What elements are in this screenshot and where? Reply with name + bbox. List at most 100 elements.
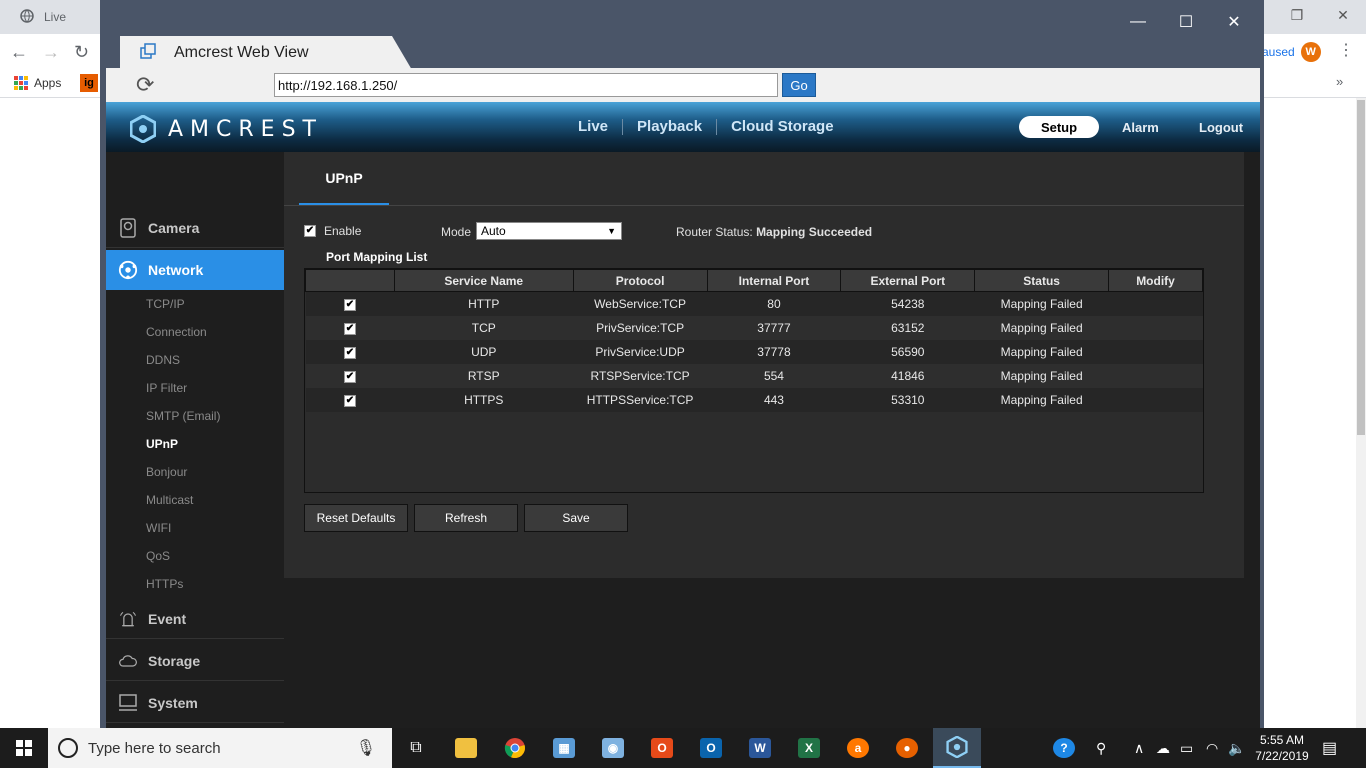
sidebar-item-qos[interactable]: QoS bbox=[146, 549, 170, 563]
sidebar-section-system[interactable]: System bbox=[106, 683, 284, 723]
notification-icon[interactable]: ▤ bbox=[1322, 738, 1337, 758]
nav-logout[interactable]: Logout bbox=[1199, 120, 1243, 135]
bookmark-apps-label: Apps bbox=[34, 76, 62, 90]
cloud-icon bbox=[118, 651, 138, 671]
close-window-icon[interactable]: ✕ bbox=[1210, 6, 1258, 38]
nav-live[interactable]: Live bbox=[564, 118, 622, 135]
table-row: ✔ HTTP WebService:TCP 80 54238 Mapping F… bbox=[305, 291, 1203, 316]
sidebar-item-upnp[interactable]: UPnP bbox=[146, 437, 178, 451]
column-header-protocol: Protocol bbox=[572, 269, 708, 292]
cell-modify[interactable] bbox=[1108, 363, 1203, 388]
bookmark-apps[interactable]: Apps bbox=[14, 76, 61, 90]
battery-icon[interactable]: ▭ bbox=[1180, 728, 1193, 768]
row-checkbox[interactable]: ✔ bbox=[343, 395, 356, 407]
bookmarks-overflow[interactable]: » bbox=[1336, 74, 1343, 89]
sidebar-item-tcpip[interactable]: TCP/IP bbox=[146, 297, 185, 311]
help-icon[interactable]: ? bbox=[1040, 732, 1088, 764]
cell-service: HTTP bbox=[394, 291, 574, 316]
reset-defaults-button[interactable]: Reset Defaults bbox=[304, 504, 408, 532]
minimize-icon[interactable]: — bbox=[1114, 6, 1162, 38]
amcrest-taskbar-icon[interactable] bbox=[933, 728, 981, 768]
sidebar-item-ip-filter[interactable]: IP Filter bbox=[146, 381, 187, 395]
router-status-value: Mapping Succeeded bbox=[756, 225, 873, 239]
cell-status: Mapping Failed bbox=[974, 363, 1109, 388]
wifi-icon[interactable]: ◠ bbox=[1206, 728, 1218, 768]
office-icon[interactable]: O bbox=[638, 732, 686, 764]
cell-modify[interactable] bbox=[1108, 315, 1203, 340]
firefox-icon[interactable]: ● bbox=[883, 732, 931, 764]
port-mapping-list: Service Name Protocol Internal Port Exte… bbox=[304, 268, 1204, 493]
onedrive-icon[interactable]: ☁ bbox=[1156, 728, 1170, 768]
excel-icon[interactable]: X bbox=[785, 732, 833, 764]
bookmark-ig[interactable]: ig bbox=[80, 74, 98, 92]
camera-icon bbox=[118, 217, 138, 238]
avast-icon[interactable]: a bbox=[834, 732, 882, 764]
sidebar-item-multicast[interactable]: Multicast bbox=[146, 493, 193, 507]
tab-upnp[interactable]: UPnP bbox=[299, 152, 389, 206]
paused-label[interactable]: aused bbox=[1262, 45, 1295, 59]
refresh-icon[interactable]: ⟳ bbox=[136, 74, 154, 96]
menu-kebab-icon[interactable]: ⋮ bbox=[1338, 40, 1354, 60]
enable-checkbox[interactable]: ✔ bbox=[304, 225, 316, 237]
sidebar-section-label: Camera bbox=[148, 219, 200, 236]
sidebar-item-smtp[interactable]: SMTP (Email) bbox=[146, 409, 220, 423]
nav-alarm[interactable]: Alarm bbox=[1122, 120, 1159, 135]
sidebar-item-bonjour[interactable]: Bonjour bbox=[146, 465, 187, 479]
url-input[interactable] bbox=[274, 73, 778, 97]
start-button[interactable] bbox=[0, 728, 48, 768]
reload-icon[interactable]: ↻ bbox=[74, 42, 89, 62]
chrome-icon[interactable] bbox=[491, 732, 539, 764]
nav-setup[interactable]: Setup bbox=[1019, 116, 1099, 138]
sidebar-item-https[interactable]: HTTPs bbox=[146, 577, 183, 591]
row-checkbox[interactable]: ✔ bbox=[343, 299, 356, 312]
nav-playback[interactable]: Playback bbox=[623, 118, 716, 135]
taskbar-clock[interactable]: 5:55 AM 7/22/2019 bbox=[1254, 732, 1310, 764]
task-view-icon[interactable]: ⧉ bbox=[392, 732, 440, 764]
forward-arrow-icon[interactable]: → bbox=[42, 42, 60, 62]
sidebar-item-wifi[interactable]: WIFI bbox=[146, 521, 171, 535]
taskbar-search[interactable]: Type here to search 🎙 bbox=[48, 728, 392, 768]
sidebar-section-storage[interactable]: Storage bbox=[106, 641, 284, 681]
back-arrow-icon[interactable]: ← bbox=[10, 42, 28, 62]
save-button[interactable]: Save bbox=[524, 504, 628, 532]
sidebar-section-network[interactable]: Network bbox=[106, 250, 293, 290]
table-header-row: Service Name Protocol Internal Port Exte… bbox=[305, 269, 1203, 292]
network-map-icon[interactable]: ▦ bbox=[540, 732, 588, 764]
chevron-up-icon[interactable]: ∧ bbox=[1134, 728, 1144, 768]
monitor-icon bbox=[118, 693, 138, 713]
file-explorer-icon[interactable] bbox=[442, 732, 490, 764]
sidebar-item-ddns[interactable]: DDNS bbox=[146, 353, 180, 367]
browser-scrollbar-thumb[interactable] bbox=[1357, 100, 1365, 435]
outlook-icon[interactable]: O bbox=[687, 732, 735, 764]
alarm-bell-icon bbox=[118, 609, 138, 629]
refresh-button[interactable]: Refresh bbox=[414, 504, 518, 532]
cell-modify[interactable] bbox=[1108, 387, 1203, 412]
row-checkbox-cell: ✔ bbox=[305, 363, 395, 388]
row-checkbox[interactable]: ✔ bbox=[343, 371, 356, 383]
sidebar-section-event[interactable]: Event bbox=[106, 599, 284, 639]
app-tab[interactable]: Amcrest Web View bbox=[120, 36, 412, 70]
close-icon[interactable]: ✕ bbox=[1320, 0, 1366, 30]
go-button[interactable]: Go bbox=[782, 73, 816, 97]
cell-protocol: PrivService:TCP bbox=[573, 315, 708, 340]
microphone-icon[interactable]: 🎙 bbox=[356, 738, 376, 758]
nav-cloud-storage[interactable]: Cloud Storage bbox=[717, 118, 848, 135]
people-icon[interactable]: ⚲ bbox=[1096, 728, 1106, 768]
profile-avatar[interactable]: W bbox=[1300, 42, 1321, 62]
sidebar-item-connection[interactable]: Connection bbox=[146, 325, 207, 339]
column-header-internal-port: Internal Port bbox=[706, 269, 842, 292]
column-header-select bbox=[305, 269, 395, 292]
browser-tab-live[interactable]: Live bbox=[0, 0, 100, 34]
restore-icon[interactable]: ❐ bbox=[1274, 0, 1320, 30]
volume-icon[interactable]: 🔈 bbox=[1228, 728, 1245, 768]
camera-app-icon[interactable]: ◉ bbox=[589, 732, 637, 764]
port-mapping-list-label: Port Mapping List bbox=[320, 248, 434, 266]
row-checkbox[interactable]: ✔ bbox=[343, 323, 356, 335]
row-checkbox[interactable]: ✔ bbox=[343, 347, 356, 359]
word-icon[interactable]: W bbox=[736, 732, 784, 764]
cell-modify[interactable] bbox=[1108, 291, 1203, 316]
maximize-icon[interactable]: ☐ bbox=[1162, 6, 1210, 38]
sidebar-section-camera[interactable]: Camera bbox=[106, 208, 284, 248]
cell-modify[interactable] bbox=[1108, 339, 1203, 364]
mode-select[interactable]: Auto ▼ bbox=[476, 222, 622, 240]
